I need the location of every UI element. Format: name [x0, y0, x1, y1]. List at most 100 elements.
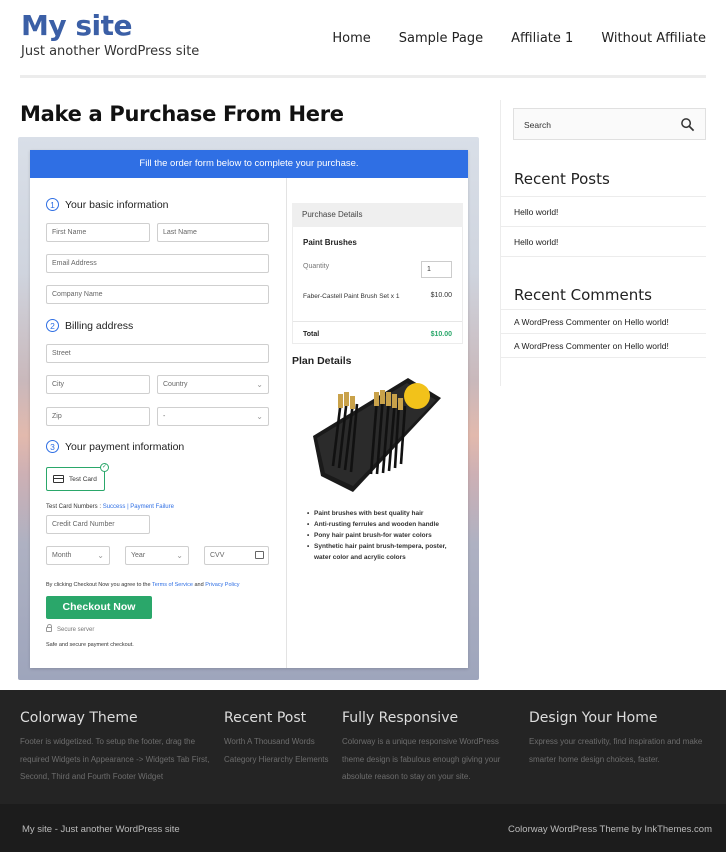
comment-on: on — [612, 317, 623, 327]
step-title: Your payment information — [65, 440, 185, 453]
main-nav: Home Sample Page Affiliate 1 Without Aff… — [304, 31, 706, 46]
secure-server: Secure server — [46, 624, 95, 634]
step-number: 2 — [46, 319, 59, 332]
credit-card-icon — [53, 475, 64, 483]
footer-column-text: Express your creativity, find inspiratio… — [529, 737, 703, 764]
feature-item: Synthetic hair paint brush-tempera, post… — [307, 541, 465, 563]
feature-list: Paint brushes with best quality hair Ant… — [307, 508, 465, 563]
site-title[interactable]: My site — [21, 9, 133, 42]
check-icon: ✓ — [100, 463, 109, 472]
country-select[interactable]: Country ⌄ — [157, 375, 269, 394]
site-description: Just another WordPress site — [21, 44, 200, 59]
nav-item-sample-page[interactable]: Sample Page — [371, 31, 483, 46]
recent-comments-title: Recent Comments — [500, 286, 706, 310]
summary-divider — [293, 321, 462, 322]
feature-item: Pony hair paint brush-for water colors — [307, 530, 465, 541]
footer-column-text[interactable]: Worth A Thousand Words Category Hierarch… — [224, 733, 330, 768]
checkout-form: Fill the order form below to complete yo… — [30, 150, 468, 668]
city-field[interactable]: City — [46, 375, 150, 394]
footer-column-text: Footer is widgetized. To setup the foote… — [20, 737, 210, 781]
test-success-link[interactable]: Success — [103, 504, 126, 510]
recent-posts-widget: Recent Posts Hello world! Hello world! — [500, 170, 706, 257]
search-icon[interactable] — [680, 117, 695, 132]
total-label: Total — [303, 331, 320, 338]
country-select-label: Country — [163, 381, 188, 388]
chevron-down-icon: ⌄ — [256, 380, 263, 389]
comment-post-link[interactable]: Hello world! — [624, 341, 668, 351]
recent-comment: A WordPress Commenter on Hello world! — [500, 310, 706, 334]
recent-posts-title: Recent Posts — [500, 170, 706, 197]
terms-of-service-link[interactable]: Terms of Service — [152, 582, 193, 588]
nav-item-without-affiliate[interactable]: Without Affiliate — [573, 31, 706, 46]
recent-comment: A WordPress Commenter on Hello world! — [500, 334, 706, 358]
zip-field[interactable]: Zip — [46, 407, 150, 426]
safe-checkout-text: Safe and secure payment checkout. — [46, 642, 134, 648]
year-select[interactable]: Year ⌄ — [125, 546, 189, 565]
quantity-label: Quantity — [303, 263, 330, 270]
test-card-option[interactable]: Test Card ✓ — [46, 463, 109, 491]
footer-column: Design Your Home Express your creativity… — [529, 710, 719, 768]
chevron-down-icon: ⌄ — [176, 551, 183, 560]
street-field[interactable]: Street — [46, 344, 269, 363]
footer-column: Colorway Theme Footer is widgetized. To … — [20, 710, 212, 786]
state-select-label: - — [163, 413, 166, 420]
step-title: Your basic information — [65, 198, 169, 211]
step-title: Billing address — [65, 319, 134, 332]
comment-post-link[interactable]: Hello world! — [624, 317, 668, 327]
total-amount: $10.00 — [430, 331, 452, 338]
line-item-price: $10.00 — [430, 292, 452, 299]
nav-item-affiliate-1[interactable]: Affiliate 1 — [483, 31, 573, 46]
feature-item: Anti-rusting ferrules and wooden handle — [307, 519, 465, 530]
footer-column-text: Colorway is a unique responsive WordPres… — [342, 737, 501, 781]
footer-site-credit[interactable]: My site - Just another WordPress site — [22, 824, 180, 835]
header-divider — [20, 75, 706, 78]
nav-item-home[interactable]: Home — [304, 31, 370, 46]
step-payment-info: 3 Your payment information — [46, 440, 184, 453]
year-select-label: Year — [131, 552, 146, 559]
terms-text: By clicking Checkout Now you agree to th… — [46, 582, 239, 588]
privacy-policy-link[interactable]: Privacy Policy — [205, 582, 239, 588]
footer-theme-credit[interactable]: Colorway WordPress Theme by InkThemes.co… — [508, 824, 712, 835]
test-failure-link[interactable]: Payment Failure — [130, 504, 174, 510]
cvv-field[interactable]: CVV — [204, 546, 269, 565]
test-numbers-prefix: Test Card Numbers : — [46, 504, 102, 510]
email-field[interactable]: Email Address — [46, 254, 269, 273]
line-item-name: Faber-Castell Paint Brush Set x 1 — [303, 293, 400, 300]
test-separator: | — [127, 504, 129, 510]
product-image — [313, 378, 441, 492]
search-input[interactable]: Search — [513, 108, 706, 140]
terms-and: and — [194, 582, 204, 588]
checkout-embed: Fill the order form below to complete yo… — [18, 137, 479, 680]
lock-icon — [46, 624, 52, 632]
card-icon — [255, 551, 264, 559]
comment-author[interactable]: A WordPress Commenter — [514, 341, 610, 351]
recent-post-link[interactable]: Hello world! — [500, 227, 706, 257]
cvv-label: CVV — [210, 552, 225, 559]
chevron-down-icon: ⌄ — [256, 412, 263, 421]
test-card-numbers: Test Card Numbers : Success | Payment Fa… — [46, 504, 174, 510]
chevron-down-icon: ⌄ — [97, 551, 104, 560]
company-field[interactable]: Company Name — [46, 285, 269, 304]
secure-server-label: Secure server — [57, 627, 95, 634]
test-card-label: Test Card — [69, 475, 97, 483]
step-billing-address: 2 Billing address — [46, 319, 133, 332]
recent-post-link[interactable]: Hello world! — [500, 197, 706, 227]
quantity-input[interactable]: 1 — [421, 261, 452, 278]
card-number-field[interactable]: Credit Card Number — [46, 515, 150, 534]
comment-author[interactable]: A WordPress Commenter — [514, 317, 610, 327]
recent-comments-widget: Recent Comments A WordPress Commenter on… — [500, 286, 706, 358]
comment-on: on — [612, 341, 623, 351]
step-basic-info: 1 Your basic information — [46, 198, 169, 211]
site-footer: Colorway Theme Footer is widgetized. To … — [0, 690, 726, 804]
state-select[interactable]: - ⌄ — [157, 407, 269, 426]
feature-item: Paint brushes with best quality hair — [307, 508, 465, 519]
footer-bottom-bar: My site - Just another WordPress site Co… — [0, 804, 726, 852]
first-name-field[interactable]: First Name — [46, 223, 150, 242]
product-name: Paint Brushes — [303, 238, 357, 247]
last-name-field[interactable]: Last Name — [157, 223, 269, 242]
footer-column-title: Fully Responsive — [342, 710, 459, 726]
month-select[interactable]: Month ⌄ — [46, 546, 110, 565]
purchase-details-box: Paint Brushes Quantity 1 Faber-Castell P… — [292, 227, 463, 344]
page-title: Make a Purchase From Here — [20, 102, 344, 126]
checkout-now-button[interactable]: Checkout Now — [46, 596, 152, 619]
